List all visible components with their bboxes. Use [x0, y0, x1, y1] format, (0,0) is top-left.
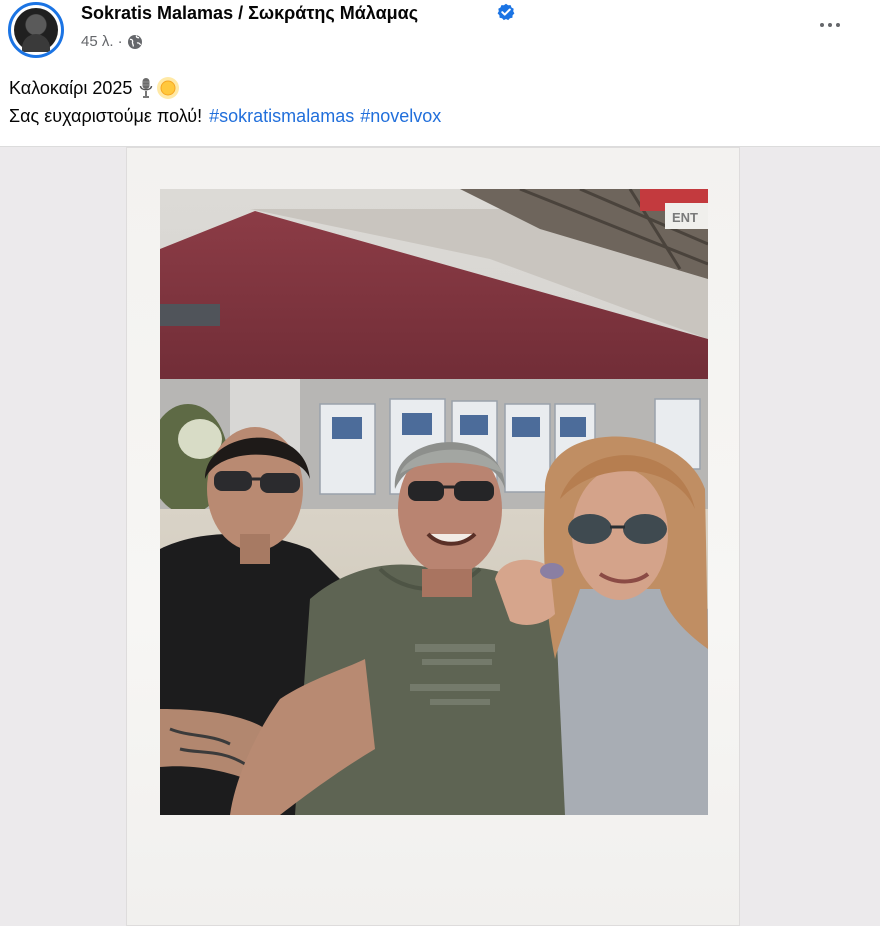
hashtag-link[interactable]: #novelvox — [360, 102, 441, 130]
avatar-photo — [14, 8, 58, 52]
post-title-text: Καλοκαίρι 2025 — [9, 78, 133, 98]
photo-illustration: ENT — [160, 189, 708, 815]
more-dot — [828, 23, 832, 27]
post-photo[interactable]: ENT — [160, 189, 708, 815]
sign-text: ENT — [672, 210, 698, 225]
more-dot — [836, 23, 840, 27]
more-dot — [820, 23, 824, 27]
author-avatar[interactable] — [8, 2, 64, 58]
author-name[interactable]: Sokratis Malamas / Σωκράτης Μάλαμας — [81, 3, 418, 24]
hashtag-link[interactable]: #sokratismalamas — [209, 102, 354, 130]
post-meta: 45 λ. · — [81, 33, 143, 50]
post-time[interactable]: 45 λ. · — [81, 33, 123, 50]
thanks-text: Σας ευχαριστούμε πολύ! — [9, 106, 203, 126]
sun-emoji-icon — [157, 77, 180, 99]
microphone-emoji-icon — [140, 78, 153, 98]
post-header: Sokratis Malamas / Σωκράτης Μάλαμας 45 λ… — [0, 0, 880, 60]
post-text-line-1: Καλοκαίρι 2025 — [9, 74, 441, 102]
globe-icon — [127, 34, 142, 49]
verified-badge-icon — [497, 3, 515, 21]
post-text: Καλοκαίρι 2025 Σας ευχαριστούμε πολύ! #s… — [9, 74, 441, 130]
post-text-line-2: Σας ευχαριστούμε πολύ! #sokratismalamas … — [9, 102, 441, 130]
more-options-button[interactable] — [813, 14, 847, 36]
